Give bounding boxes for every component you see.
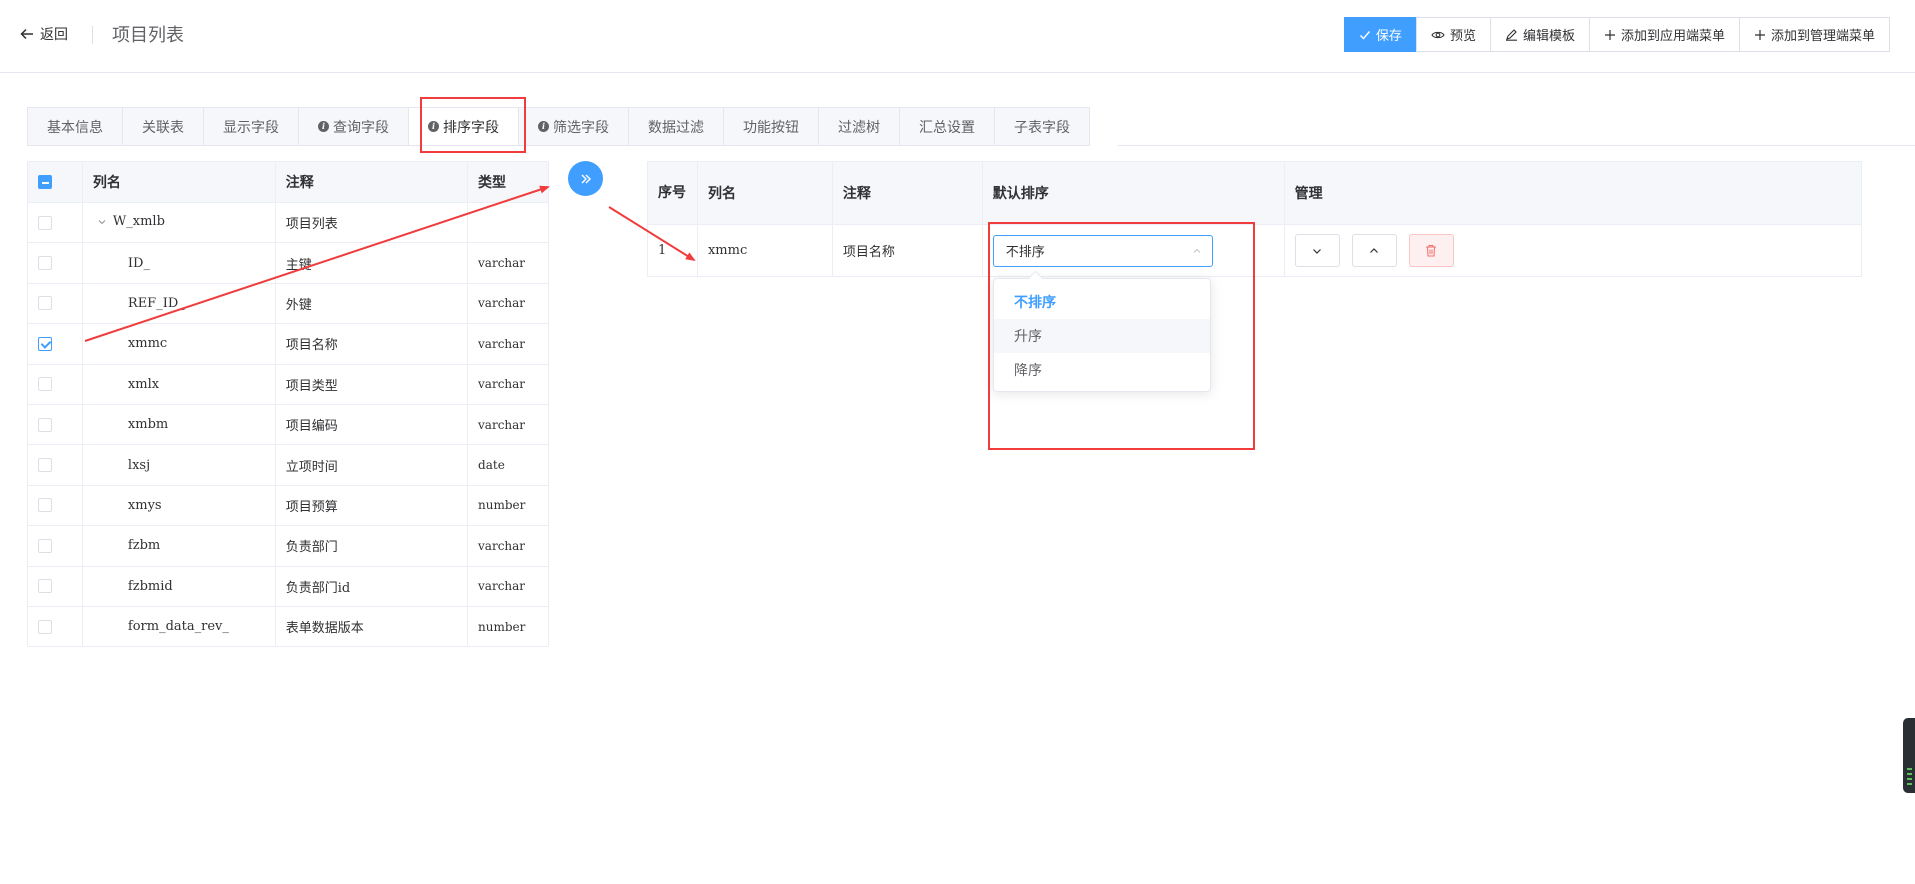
row-checkbox[interactable] (38, 579, 52, 594)
table-row: lxsj 立项时间 date (27, 444, 549, 486)
save-button[interactable]: 保存 (1343, 17, 1417, 52)
row-checkbox[interactable] (38, 498, 52, 513)
table-row: form_data_rev_ 表单数据版本 number (27, 605, 549, 648)
select-value: 不排序 (1005, 245, 1045, 260)
row-checkbox[interactable] (38, 458, 52, 473)
delete-button[interactable] (1408, 234, 1454, 267)
row-checkbox[interactable] (38, 417, 52, 432)
table-row: xmmc 项目名称 varchar (27, 323, 549, 365)
column-header-name: 列名 (81, 161, 276, 203)
add-app-menu-label: 添加到应用端菜单 (1620, 29, 1725, 44)
row-checkbox[interactable] (38, 538, 52, 553)
table-row: 1 xmmc 项目名称 不排序 (647, 224, 1863, 277)
column-header-comment: 注释 (831, 161, 983, 225)
trash-icon (1426, 245, 1437, 257)
table-row: fzbmid 负责部门id varchar (27, 565, 549, 607)
add-app-menu-button[interactable]: 添加到应用端菜单 (1588, 17, 1740, 52)
table-row: xmys 项目预算 number (27, 484, 549, 527)
double-chevron-right-icon (581, 174, 591, 183)
row-checkbox[interactable] (38, 336, 52, 351)
table-header-row: 列名 注释 类型 (27, 161, 549, 203)
chevron-up-icon (1193, 248, 1201, 253)
preview-button[interactable]: 预览 (1415, 17, 1491, 52)
tab-query-fields[interactable]: i 查询字段 (299, 108, 409, 145)
tab-display-fields[interactable]: 显示字段 (204, 108, 299, 145)
plus-icon (1604, 29, 1615, 40)
floating-side-widget[interactable] (1903, 718, 1915, 793)
save-label: 保存 (1375, 29, 1402, 44)
pencil-icon (1505, 29, 1517, 41)
column-header-seq: 序号 (647, 161, 698, 225)
column-header-name: 列名 (696, 161, 833, 225)
info-icon: i (538, 121, 549, 132)
tab-basic-info[interactable]: 基本信息 (28, 108, 123, 145)
preview-label: 预览 (1449, 29, 1476, 44)
tab-function-buttons[interactable]: 功能按钮 (724, 108, 819, 145)
chevron-down-icon (1313, 248, 1322, 254)
check-icon (1359, 30, 1370, 40)
back-button[interactable]: 返回 (20, 24, 68, 44)
sort-option-asc[interactable]: 升序 (994, 319, 1210, 353)
field-tree-table: 列名 注释 类型 W_xmlb 项目列表 ID_ 主键 varchar REF_… (27, 161, 549, 648)
row-checkbox[interactable] (38, 256, 52, 271)
tab-sort-fields[interactable]: i 排序字段 (409, 108, 519, 145)
arrow-left-icon (20, 28, 33, 40)
table-row: ID_ 主键 varchar (27, 242, 549, 284)
move-down-button[interactable] (1294, 234, 1340, 267)
plus-icon (1754, 29, 1765, 40)
add-admin-menu-label: 添加到管理端菜单 (1770, 29, 1875, 44)
edit-template-button[interactable]: 编辑模板 (1489, 17, 1590, 52)
column-header-manage: 管理 (1283, 161, 1863, 225)
page-header: 返回 项目列表 保存 预览 编辑模板 添加到应用端菜单 添加到管理端菜单 (0, 0, 1915, 73)
config-tabs: 基本信息 关联表 显示字段 i 查询字段 i 排序字段 i 筛选字段 数据过滤 功能按… (27, 107, 1090, 146)
add-admin-menu-button[interactable]: 添加到管理端菜单 (1738, 17, 1890, 52)
column-header-comment: 注释 (274, 161, 469, 203)
row-checkbox[interactable] (38, 215, 52, 230)
chevron-up-icon (1370, 247, 1379, 253)
table-row: xmlx 项目类型 varchar (27, 363, 549, 405)
sort-option-desc[interactable]: 降序 (994, 353, 1210, 387)
column-header-default-sort: 默认排序 (981, 161, 1285, 225)
page-title: 项目列表 (112, 25, 184, 46)
header-divider (92, 26, 93, 44)
tab-related-tables[interactable]: 关联表 (123, 108, 204, 145)
tab-filter-fields[interactable]: i 筛选字段 (519, 108, 629, 145)
info-icon: i (428, 121, 439, 132)
transfer-right-button[interactable] (568, 161, 603, 196)
tabs-baseline (1118, 145, 1915, 146)
tab-subtable-fields[interactable]: 子表字段 (995, 108, 1089, 145)
table-row: fzbm 负责部门 varchar (27, 525, 549, 567)
toolbar: 保存 预览 编辑模板 添加到应用端菜单 添加到管理端菜单 (1343, 17, 1890, 52)
table-row: REF_ID_ 外键 varchar (27, 282, 549, 325)
tab-filter-tree[interactable]: 过滤树 (819, 108, 900, 145)
chevron-down-icon[interactable] (97, 217, 107, 227)
edit-template-label: 编辑模板 (1522, 29, 1575, 44)
back-label: 返回 (40, 27, 68, 43)
sort-option-none[interactable]: 不排序 (994, 285, 1210, 319)
select-all-checkbox[interactable] (38, 175, 52, 189)
tab-data-filter[interactable]: 数据过滤 (629, 108, 724, 145)
tab-summary-settings[interactable]: 汇总设置 (900, 108, 995, 145)
row-checkbox[interactable] (38, 296, 52, 311)
column-header-type: 类型 (467, 161, 549, 203)
row-checkbox[interactable] (38, 377, 52, 392)
default-sort-select[interactable]: 不排序 (992, 234, 1213, 267)
sort-options-dropdown: 不排序 升序 降序 (993, 278, 1211, 392)
move-up-button[interactable] (1351, 234, 1397, 267)
eye-icon (1431, 31, 1445, 38)
tree-node-root[interactable]: W_xmlb (93, 214, 165, 229)
sort-fields-table: 序号 列名 注释 默认排序 管理 1 xmmc 项目名称 不排序 (647, 161, 1863, 277)
table-header-row: 序号 列名 注释 默认排序 管理 (647, 161, 1863, 225)
table-row: xmbm 项目编码 varchar (27, 403, 549, 446)
table-row: W_xmlb 项目列表 (27, 201, 549, 244)
info-icon: i (318, 121, 329, 132)
row-checkbox[interactable] (38, 619, 52, 634)
